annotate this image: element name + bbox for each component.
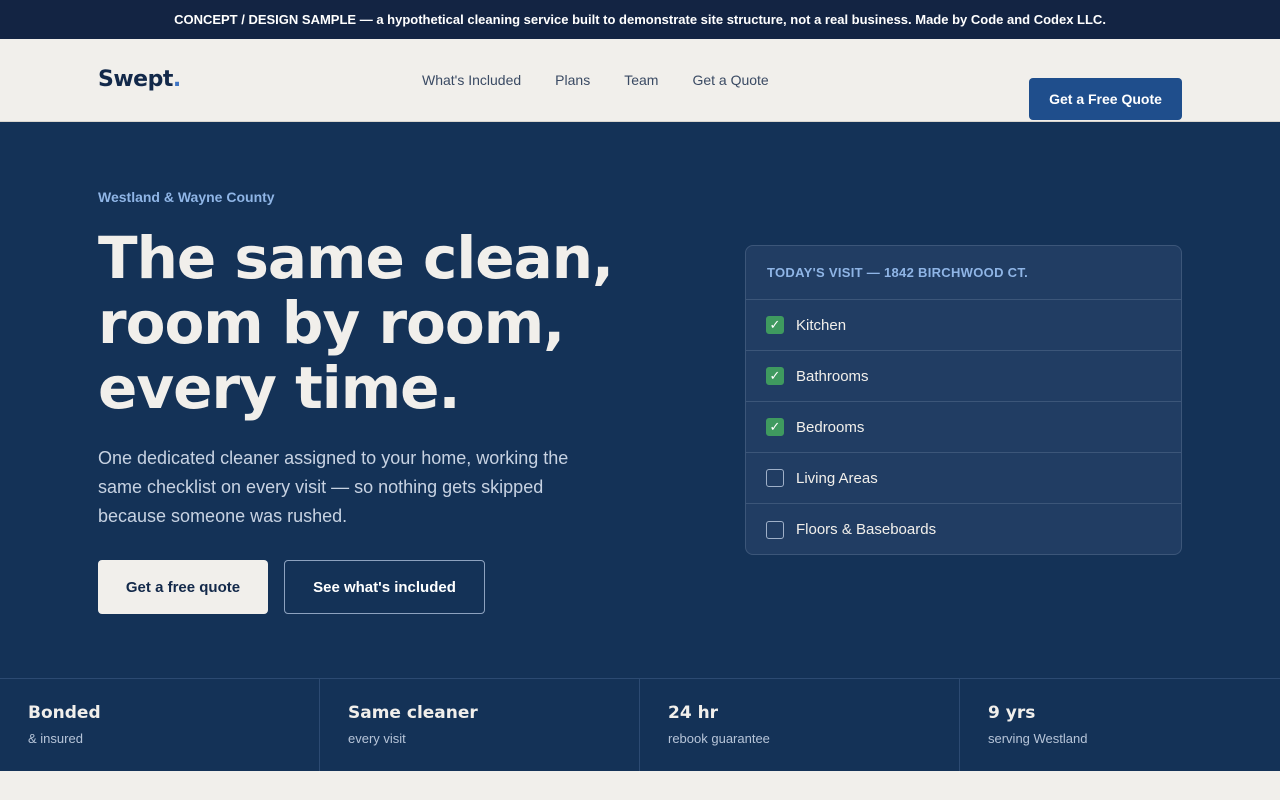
checkbox-checked-icon: ✓ [766,316,784,334]
stat-bonded: Bonded & insured [0,679,320,772]
stat-rebook-guarantee: 24 hr rebook guarantee [640,679,960,772]
stat-subtitle: rebook guarantee [668,731,770,746]
todays-visit-card: TODAY'S VISIT — 1842 BIRCHWOOD CT. ✓ Kit… [745,245,1182,555]
hero-eyebrow: Westland & Wayne County [98,189,275,205]
stat-subtitle: every visit [348,731,406,746]
checklist-item-kitchen: ✓ Kitchen [746,300,1181,351]
nav-link-get-a-quote[interactable]: Get a Quote [692,72,768,88]
see-whats-included-button[interactable]: See what's included [284,560,485,614]
hero-subtext: One dedicated cleaner assigned to your h… [98,448,569,526]
nav-links: What's Included Plans Team Get a Quote [422,72,769,88]
stat-years-serving: 9 yrs serving Westland [960,679,1280,772]
get-free-quote-hero-button[interactable]: Get a free quote [98,560,268,614]
checklist-item-label: Kitchen [796,316,847,334]
trust-stats-bar: Bonded & insured Same cleaner every visi… [0,678,1280,772]
nav-link-whats-included[interactable]: What's Included [422,72,521,88]
logo[interactable]: Swept. [98,67,181,92]
stat-same-cleaner: Same cleaner every visit [320,679,640,772]
top-nav: Swept. What's Included Plans Team Get a … [0,39,1280,122]
checklist-item-label: Bathrooms [796,367,869,385]
banner-lead: CONCEPT / DESIGN SAMPLE [174,12,357,27]
nav-link-plans[interactable]: Plans [555,72,590,88]
get-free-quote-button[interactable]: Get a Free Quote [1029,78,1182,120]
checklist-item-label: Living Areas [796,469,878,487]
stat-title: 24 hr [668,703,719,723]
nav-link-team[interactable]: Team [624,72,658,88]
hero-section: Westland & Wayne County The same clean, … [0,122,1280,678]
checklist-item-bedrooms: ✓ Bedrooms [746,402,1181,453]
logo-text: Swept [98,67,173,92]
logo-dot: . [172,67,181,92]
checklist-item-living-areas: Living Areas [746,453,1181,504]
banner-maker: Code and Codex LLC. [970,12,1106,27]
stat-subtitle: serving Westland [988,731,1088,746]
stat-title: 9 yrs [988,703,1036,723]
checkbox-checked-icon: ✓ [766,367,784,385]
hero-headline: The same clean, room by room, every time… [98,224,614,422]
banner-text: — a hypothetical cleaning service built … [356,12,971,27]
stat-title: Same cleaner [348,703,478,723]
stat-title: Bonded [28,703,101,723]
visit-card-title: TODAY'S VISIT — 1842 BIRCHWOOD CT. [746,246,1181,300]
concept-banner: CONCEPT / DESIGN SAMPLE — a hypothetical… [0,0,1280,39]
checklist-item-label: Floors & Baseboards [796,521,937,538]
checkbox-checked-icon: ✓ [766,418,784,436]
stat-subtitle: & insured [28,731,83,746]
next-section-edge [0,771,1280,800]
checklist-item-label: Bedrooms [796,418,865,436]
checklist-item-bathrooms: ✓ Bathrooms [746,351,1181,402]
checkbox-unchecked-icon [766,469,784,487]
checkbox-unchecked-icon [766,520,784,539]
checklist-item-floors-baseboards: Floors & Baseboards [746,504,1181,554]
